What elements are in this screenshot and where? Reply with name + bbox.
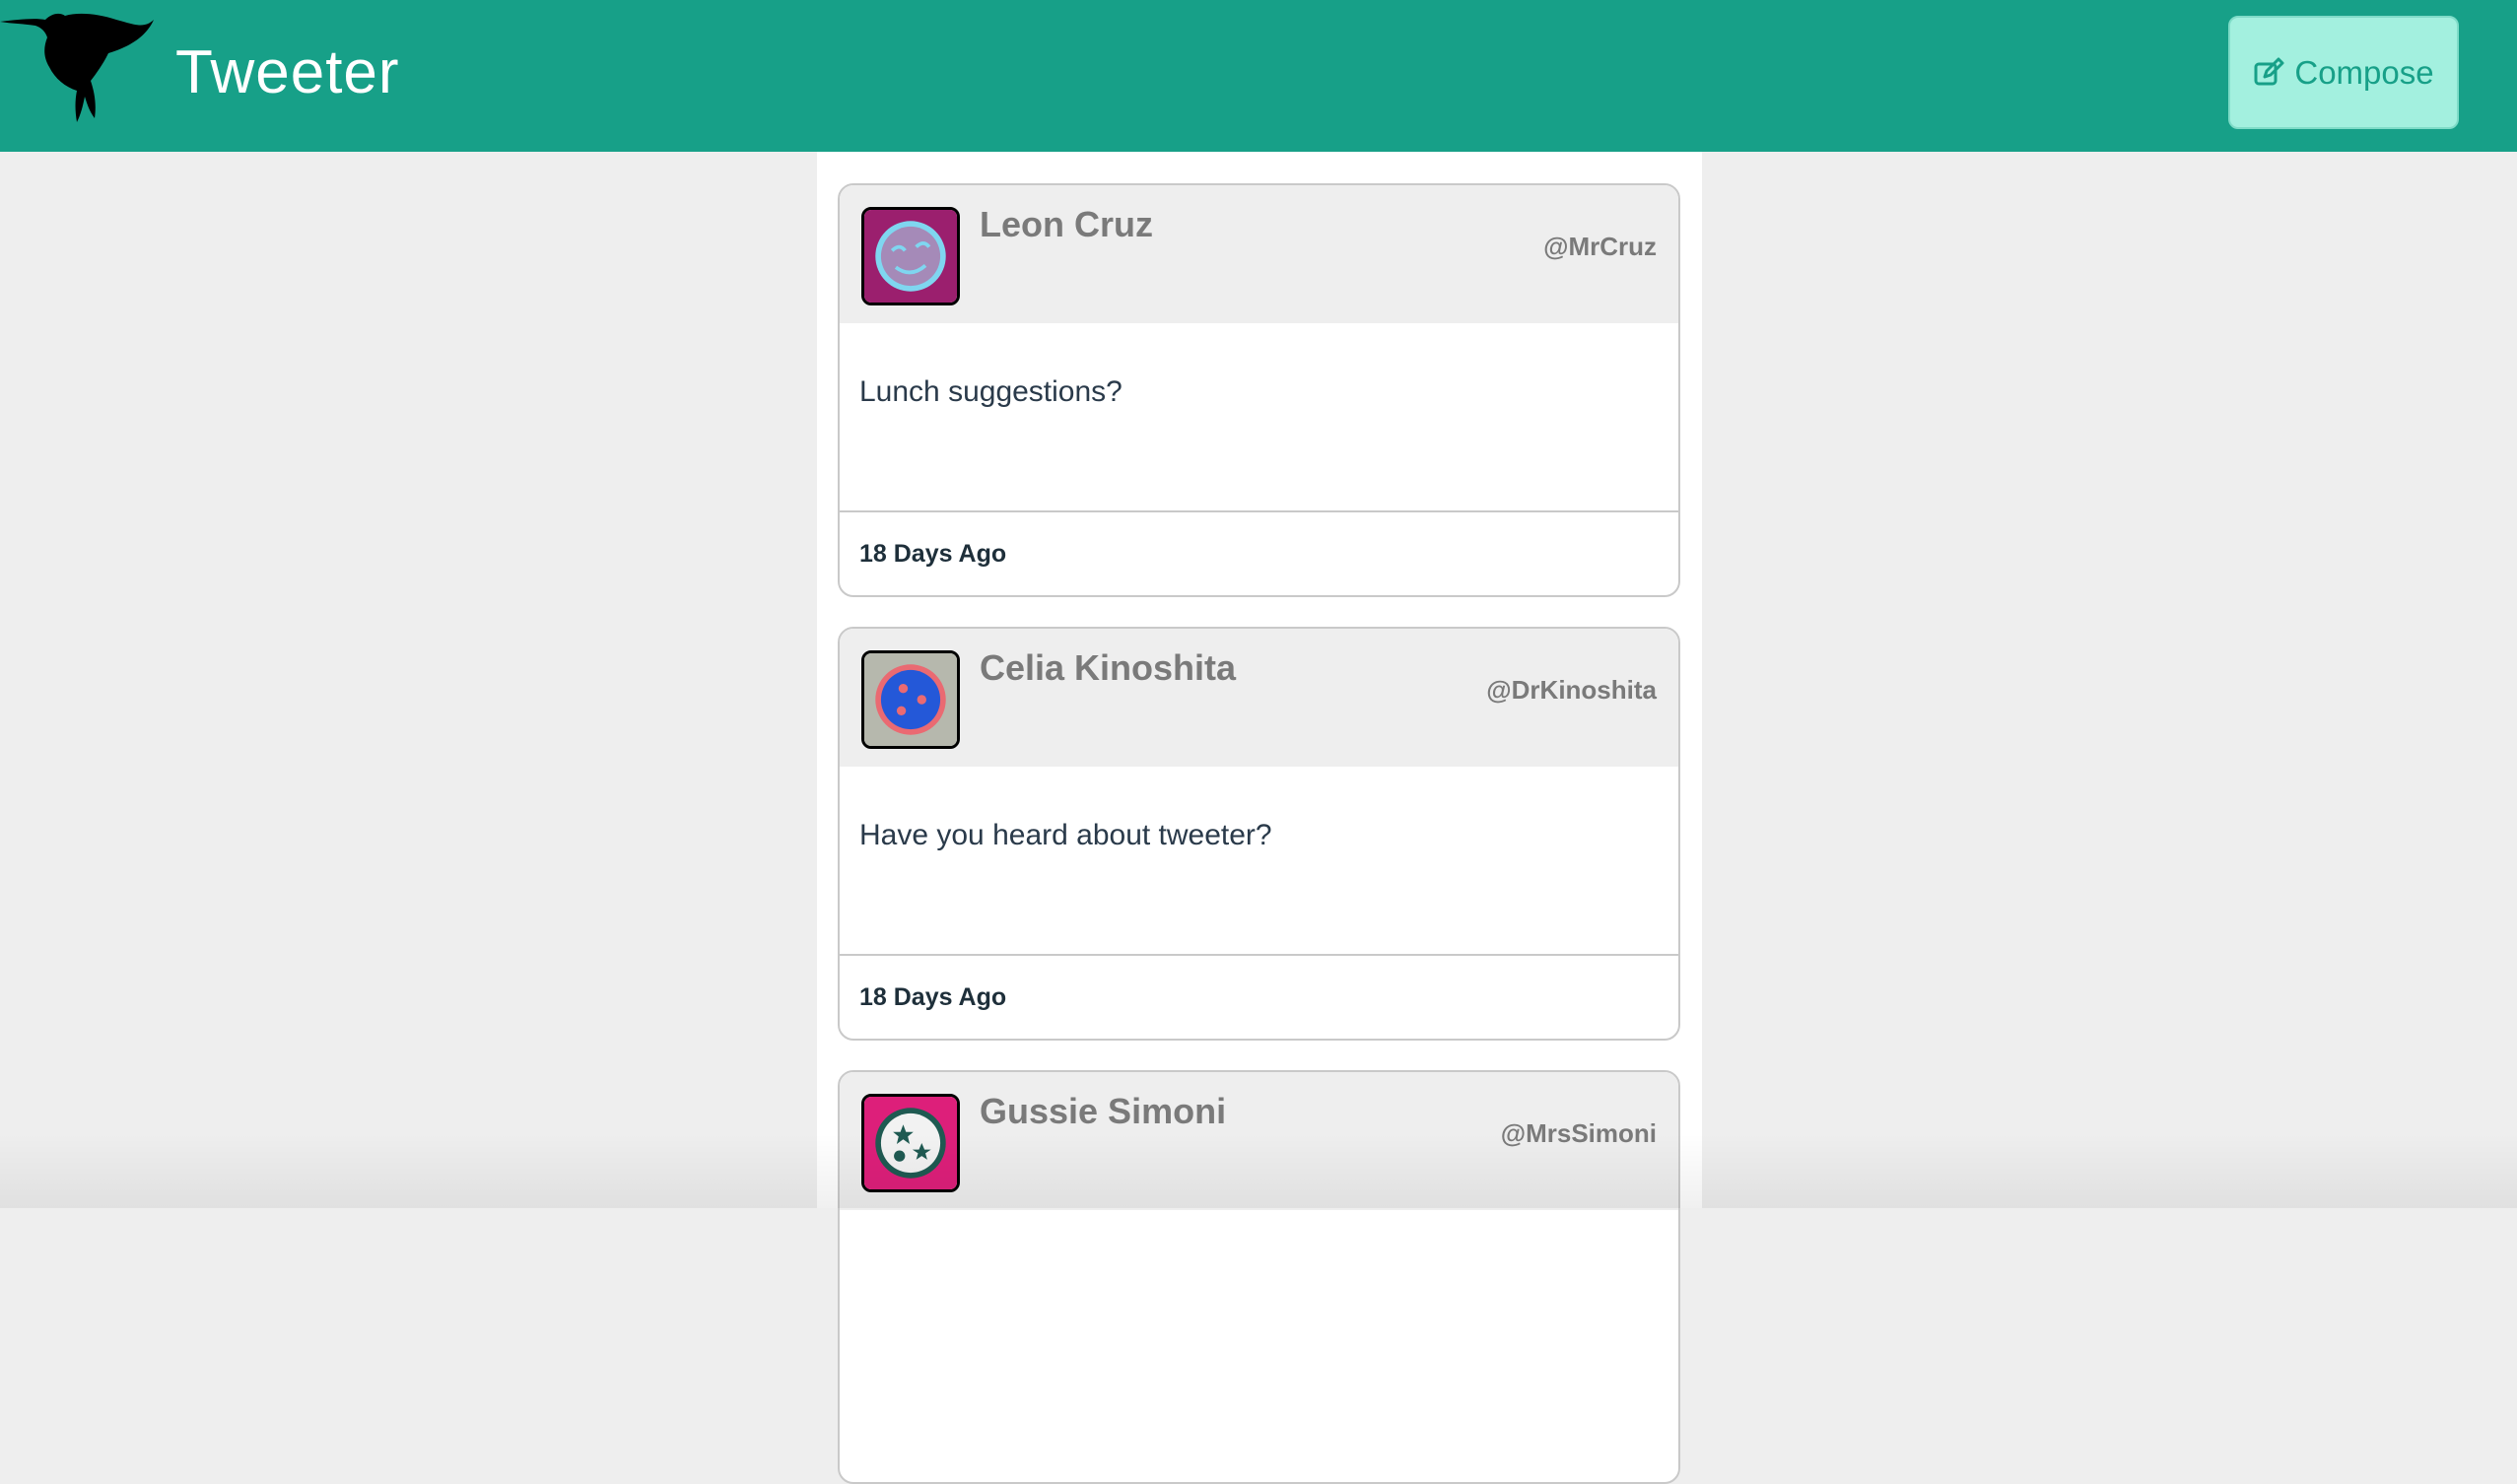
tweet-author-handle: @MrsSimoni bbox=[1500, 1118, 1657, 1148]
tweet-timestamp: 18 Days Ago bbox=[859, 540, 1007, 568]
compose-button[interactable]: Compose bbox=[2228, 16, 2459, 129]
avatar bbox=[861, 1094, 960, 1192]
tweet-author-handle: @DrKinoshita bbox=[1486, 675, 1657, 705]
tweet-card: Leon Cruz @MrCruz Lunch suggestions? 18 … bbox=[838, 183, 1680, 597]
tweet-text: Have you heard about tweeter? bbox=[859, 819, 1272, 851]
tweet-card: Celia Kinoshita @DrKinoshita Have you he… bbox=[838, 627, 1680, 1041]
avatar-gussie-icon bbox=[864, 1097, 957, 1189]
avatar bbox=[861, 207, 960, 305]
avatar-celia-icon bbox=[864, 653, 957, 746]
tweet-header: Leon Cruz @MrCruz bbox=[840, 185, 1678, 323]
tweet-author-name: Gussie Simoni bbox=[980, 1091, 1227, 1131]
tweet-divider bbox=[840, 510, 1678, 512]
tweet-header: Celia Kinoshita @DrKinoshita bbox=[840, 629, 1678, 767]
top-navbar: Tweeter Compose bbox=[0, 0, 2517, 152]
tweet-timestamp: 18 Days Ago bbox=[859, 983, 1007, 1011]
tweet-author-name: Leon Cruz bbox=[980, 204, 1153, 244]
tweet-text: Lunch suggestions? bbox=[859, 375, 1122, 408]
tweet-header: Gussie Simoni @MrsSimoni bbox=[840, 1072, 1678, 1210]
tweet-card: Gussie Simoni @MrsSimoni bbox=[838, 1070, 1680, 1484]
avatar bbox=[861, 650, 960, 749]
edit-icon bbox=[2254, 57, 2284, 85]
compose-label: Compose bbox=[2294, 53, 2434, 91]
tweet-author-name: Celia Kinoshita bbox=[980, 647, 1237, 688]
tweet-author-handle: @MrCruz bbox=[1543, 232, 1657, 261]
avatar-leon-icon bbox=[864, 210, 957, 303]
tweet-divider bbox=[840, 954, 1678, 956]
app-title: Tweeter bbox=[175, 38, 400, 106]
hummingbird-silhouette-icon bbox=[0, 13, 154, 123]
